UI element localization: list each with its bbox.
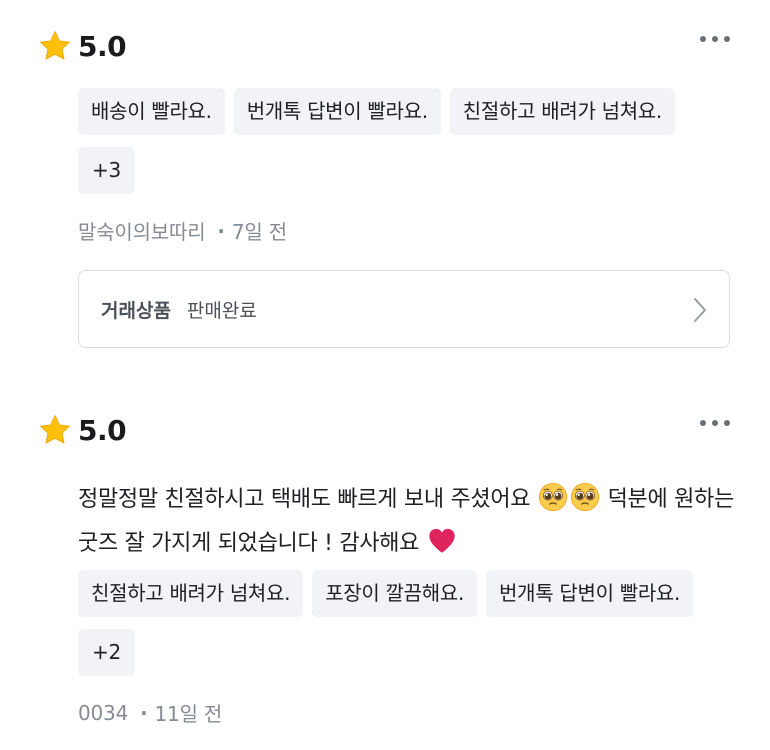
review-tags: 배송이 빨라요. 번개톡 답변이 빨라요. 친절하고 배려가 넘쳐요. +3: [78, 88, 738, 194]
chevron-right-icon: [694, 298, 706, 322]
star-icon: [40, 31, 70, 60]
review-tag: 친절하고 배려가 넘쳐요.: [78, 570, 304, 617]
review-tag: 포장이 깔끔해요.: [312, 570, 478, 617]
review-tag: 번개톡 답변이 빨라요.: [233, 88, 441, 135]
pleading-face-emoji: [570, 482, 599, 512]
more-tags-button[interactable]: +2: [78, 629, 135, 676]
traded-product-link[interactable]: 거래상품 판매완료: [78, 270, 730, 348]
review-text-part: 정말정말 친절하시고 택배도 빠르게 보내 주셨어요: [78, 487, 537, 512]
review-tag: 친절하고 배려가 넘쳐요.: [449, 88, 675, 135]
review-text: 정말정말 친절하시고 택배도 빠르게 보내 주셨어요 덕분에 원하는 굿즈 잘 …: [78, 478, 738, 566]
more-options-button[interactable]: [700, 420, 730, 426]
more-options-icon: [700, 420, 706, 426]
more-options-icon: [700, 36, 706, 42]
rating-row: 5.0: [38, 26, 127, 66]
more-options-button[interactable]: [700, 36, 730, 42]
review-time: 7일 전: [231, 220, 287, 244]
meta-separator: ·: [140, 700, 148, 725]
review-meta: 말숙이의보따리 · 7일 전: [78, 216, 287, 245]
rating-score: 5.0: [78, 413, 127, 447]
reviewer-name[interactable]: 말숙이의보따리: [78, 216, 206, 245]
review-tag: 번개톡 답변이 빨라요.: [486, 570, 694, 617]
more-tags-button[interactable]: +3: [78, 147, 135, 194]
pleading-face-emoji: [538, 482, 567, 512]
rating-score: 5.0: [78, 29, 127, 63]
review-meta: 0034 · 11일 전: [78, 698, 222, 727]
review-tags: 친절하고 배려가 넘쳐요. 포장이 깔끔해요. 번개톡 답변이 빨라요. +2: [78, 570, 738, 676]
reviewer-name[interactable]: 0034: [78, 701, 128, 725]
red-heart-emoji: [429, 528, 455, 553]
product-status: 판매완료: [186, 299, 257, 322]
star-icon: [40, 415, 70, 444]
product-label: 거래상품: [101, 299, 171, 322]
rating-row: 5.0: [38, 410, 127, 450]
review-tag: 배송이 빨라요.: [78, 88, 225, 135]
meta-separator: ·: [217, 218, 225, 243]
review-time: 11일 전: [154, 702, 223, 726]
